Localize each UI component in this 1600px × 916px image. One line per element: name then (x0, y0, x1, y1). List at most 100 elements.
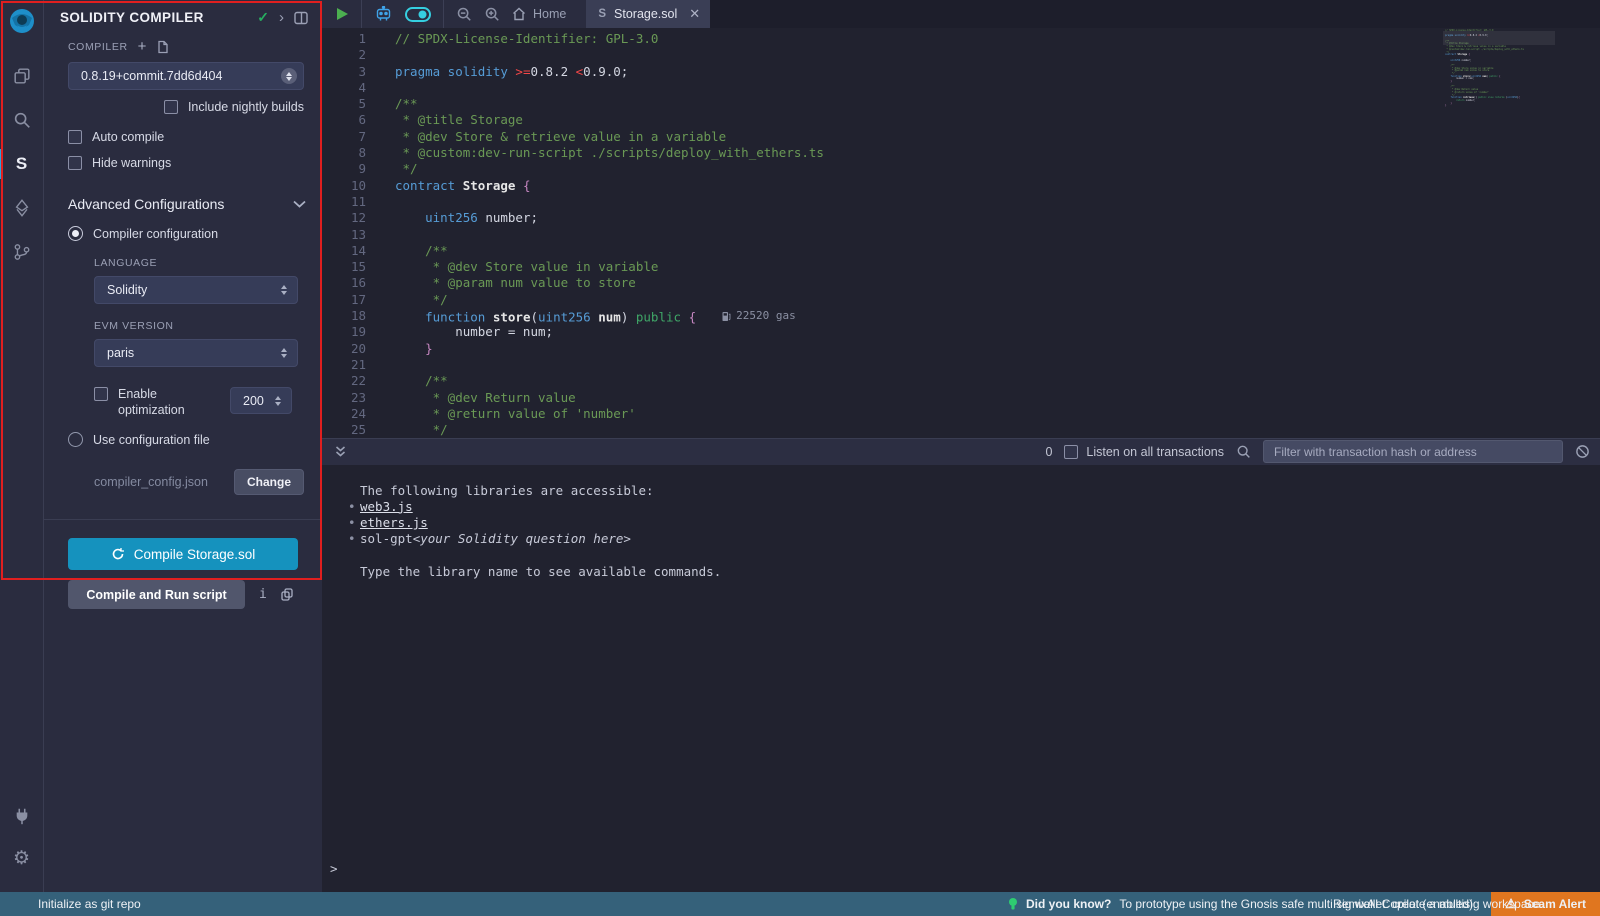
advanced-configurations-title[interactable]: Advanced Configurations (68, 196, 293, 212)
remix-logo[interactable] (6, 6, 38, 38)
line-number[interactable]: 22 (322, 373, 382, 389)
code-line[interactable]: * @dev Return value (395, 390, 1600, 406)
code-line[interactable]: * @param num value to store (395, 275, 1600, 291)
home-button[interactable]: Home (512, 7, 576, 21)
language-select[interactable]: Solidity (94, 276, 298, 304)
code-line[interactable]: /** (395, 373, 1600, 389)
code-line[interactable]: * @custom:dev-run-script ./scripts/deplo… (395, 145, 1600, 161)
line-number[interactable]: 4 (322, 80, 382, 96)
line-number[interactable]: 14 (322, 243, 382, 259)
code-line[interactable]: } (1445, 105, 1555, 108)
zoom-out-icon[interactable] (456, 6, 472, 22)
sidebar-item-deploy-run[interactable] (0, 188, 44, 228)
code-line[interactable] (395, 47, 1600, 63)
sidebar-item-plugin-manager[interactable] (0, 796, 44, 836)
line-number[interactable]: 17 (322, 292, 382, 308)
compiler-configuration-radio[interactable]: Compiler configuration (68, 226, 322, 241)
checkbox-box[interactable] (94, 387, 108, 401)
sidebar-item-file-explorer[interactable] (0, 56, 44, 96)
code-line[interactable]: } (395, 341, 1600, 357)
split-view-icon[interactable] (294, 11, 308, 25)
line-number[interactable]: 18 (322, 308, 382, 324)
code-line[interactable]: * @dev Store value in variable (395, 259, 1600, 275)
listen-all-transactions-checkbox[interactable]: Listen on all transactions (1064, 445, 1224, 459)
use-configuration-file-radio[interactable]: Use configuration file (68, 432, 322, 447)
line-number[interactable]: 13 (322, 227, 382, 243)
code-line[interactable]: * @dev Store & retrieve value in a varia… (395, 129, 1600, 145)
terminal[interactable]: The following libraries are accessible: … (322, 465, 1600, 893)
sidebar-item-settings[interactable]: ⚙ (0, 838, 44, 878)
change-config-button[interactable]: Change (234, 469, 304, 495)
chevron-right-icon[interactable]: › (279, 9, 284, 26)
terminal-search-icon[interactable] (1236, 444, 1251, 459)
code-line[interactable] (395, 80, 1600, 96)
line-number[interactable]: 25 (322, 422, 382, 437)
sidebar-item-search[interactable] (0, 100, 44, 140)
import-compiler-icon[interactable] (156, 40, 169, 54)
line-number[interactable]: 20 (322, 341, 382, 357)
sidebar-item-git[interactable] (0, 232, 44, 272)
copy-icon[interactable] (281, 588, 293, 601)
ai-copilot-robot-icon[interactable] (374, 6, 393, 22)
line-number[interactable]: 11 (322, 194, 382, 210)
close-icon[interactable]: ✕ (689, 6, 700, 22)
zoom-in-icon[interactable] (484, 6, 500, 22)
tab-storage-sol[interactable]: S Storage.sol ✕ (586, 0, 710, 28)
include-nightly-checkbox[interactable]: Include nightly builds (44, 100, 304, 114)
git-init-status[interactable]: Initialize as git repo (0, 897, 141, 911)
compile-button[interactable]: Compile Storage.sol (68, 538, 298, 570)
code-line[interactable]: */ (395, 161, 1600, 177)
enable-optimization-checkbox[interactable]: Enable optimization (94, 387, 198, 418)
line-number[interactable]: 6 (322, 112, 382, 128)
code-line[interactable]: * @title Storage (395, 112, 1600, 128)
code-line[interactable]: /** (395, 96, 1600, 112)
line-number[interactable]: 12 (322, 210, 382, 226)
info-icon[interactable]: i (259, 587, 267, 602)
code-line[interactable]: // SPDX-License-Identifier: GPL-3.0 (395, 31, 1600, 47)
code-line[interactable]: * @return value of 'number' (395, 406, 1600, 422)
version-spinner-icon[interactable] (281, 68, 297, 84)
line-number[interactable]: 7 (322, 129, 382, 145)
line-number[interactable]: 10 (322, 178, 382, 194)
editor-minimap[interactable]: // SPDX-License-Identifier: GPL-3.0pragm… (1445, 30, 1555, 108)
line-number[interactable]: 24 (322, 406, 382, 422)
auto-compile-checkbox[interactable]: Auto compile (68, 130, 322, 144)
library-link[interactable]: ethers.js (360, 515, 428, 531)
compile-and-run-button[interactable]: Compile and Run script (68, 580, 245, 609)
chevron-down-icon[interactable] (293, 200, 306, 208)
run-script-button[interactable] (336, 7, 349, 21)
checkbox-box[interactable] (68, 156, 82, 170)
line-number[interactable]: 19 (322, 324, 382, 340)
line-number[interactable]: 23 (322, 390, 382, 406)
code-line[interactable]: */ (395, 422, 1600, 437)
checkbox-box[interactable] (68, 130, 82, 144)
line-number[interactable]: 9 (322, 161, 382, 177)
radio-button[interactable] (68, 432, 83, 447)
add-compiler-icon[interactable]: + (138, 38, 147, 55)
line-number[interactable]: 3 (322, 64, 382, 80)
code-line[interactable]: pragma solidity >=0.8.2 <0.9.0; (395, 64, 1600, 80)
code-line[interactable] (395, 357, 1600, 373)
line-number[interactable]: 5 (322, 96, 382, 112)
editor-code[interactable]: // SPDX-License-Identifier: GPL-3.0 pragm… (382, 28, 1600, 438)
code-line[interactable]: function store(uint256 num) public {2252… (395, 308, 1600, 324)
line-number[interactable]: 8 (322, 145, 382, 161)
code-line[interactable]: contract Storage { (395, 178, 1600, 194)
line-number[interactable]: 15 (322, 259, 382, 275)
code-line[interactable]: uint256 number; (395, 210, 1600, 226)
hide-warnings-checkbox[interactable]: Hide warnings (68, 156, 322, 170)
code-line[interactable]: number = num; (395, 324, 1600, 340)
sidebar-item-solidity-compiler[interactable]: S (0, 144, 44, 184)
code-editor[interactable]: 1234567891011121314151617181920212223242… (322, 28, 1600, 438)
checkbox-box[interactable] (164, 100, 178, 114)
radio-button[interactable] (68, 226, 83, 241)
line-number[interactable]: 1 (322, 31, 382, 47)
optimization-runs-input[interactable]: 200 (230, 387, 292, 414)
line-number[interactable]: 16 (322, 275, 382, 291)
transaction-filter-input[interactable] (1263, 440, 1563, 463)
number-spinner-icon[interactable] (275, 396, 281, 406)
library-link[interactable]: web3.js (360, 499, 413, 515)
line-number[interactable]: 2 (322, 47, 382, 63)
code-line[interactable] (395, 194, 1600, 210)
checkbox-box[interactable] (1064, 445, 1078, 459)
